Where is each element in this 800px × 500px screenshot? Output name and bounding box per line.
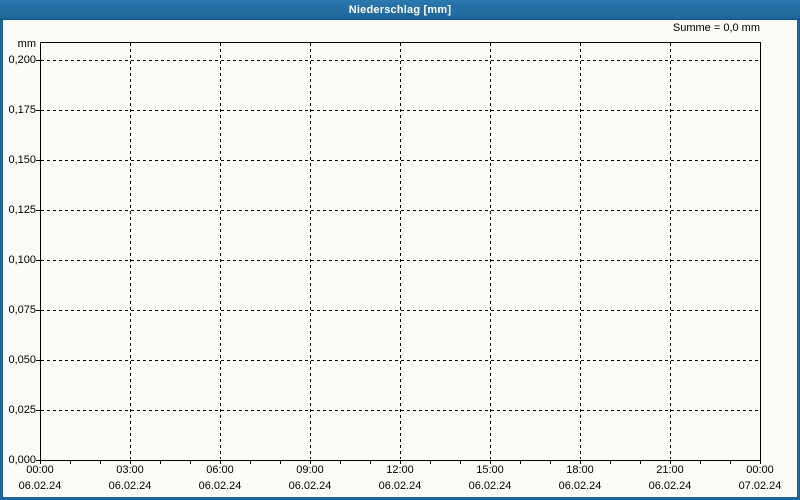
x-tick-date-label: 06.02.24 bbox=[648, 480, 692, 492]
y-tick-label: 0,150 bbox=[8, 154, 36, 166]
y-tick-label: 0,200 bbox=[8, 54, 36, 66]
x-tick-time-label: 00:00 bbox=[746, 464, 774, 476]
y-tick-label: 0,100 bbox=[8, 254, 36, 266]
plot-grid-svg bbox=[36, 42, 761, 464]
x-tick-time-label: 09:00 bbox=[296, 464, 324, 476]
x-tick-time-label: 06:00 bbox=[206, 464, 234, 476]
x-tick-time-label: 12:00 bbox=[386, 464, 414, 476]
x-tick-date-label: 06.02.24 bbox=[198, 480, 242, 492]
y-tick-label: 0,050 bbox=[8, 354, 36, 366]
x-tick-date-label: 06.02.24 bbox=[378, 480, 422, 492]
y-tick-label: 0,025 bbox=[8, 404, 36, 416]
x-tick-time-label: 15:00 bbox=[476, 464, 504, 476]
x-tick-date-label: 06.02.24 bbox=[288, 480, 332, 492]
x-tick-date-label: 06.02.24 bbox=[558, 480, 602, 492]
window-frame-left bbox=[0, 20, 3, 500]
x-tick-date-label: 06.02.24 bbox=[108, 480, 152, 492]
x-tick-time-label: 21:00 bbox=[656, 464, 684, 476]
y-tick-label: 0,075 bbox=[8, 304, 36, 316]
x-tick-date-label: 06.02.24 bbox=[18, 480, 62, 492]
x-tick-time-label: 18:00 bbox=[566, 464, 594, 476]
y-tick-label: 0,125 bbox=[8, 204, 36, 216]
y-axis-unit-label: mm bbox=[17, 38, 36, 50]
x-tick-date-label: 06.02.24 bbox=[468, 480, 512, 492]
y-tick-label: 0,175 bbox=[8, 104, 36, 116]
x-tick-time-label: 00:00 bbox=[26, 464, 54, 476]
x-tick-time-label: 03:00 bbox=[116, 464, 144, 476]
sum-label: Summe = 0,0 mm bbox=[672, 22, 760, 34]
chart-window: Niederschlag [mm] Summe = 0,0 mm mm 0,00… bbox=[0, 0, 800, 500]
chart-region: Summe = 0,0 mm mm 0,000 0,025 0,050 0,075 0,… bbox=[0, 0, 800, 500]
x-tick-date-label: 07.02.24 bbox=[738, 480, 782, 492]
